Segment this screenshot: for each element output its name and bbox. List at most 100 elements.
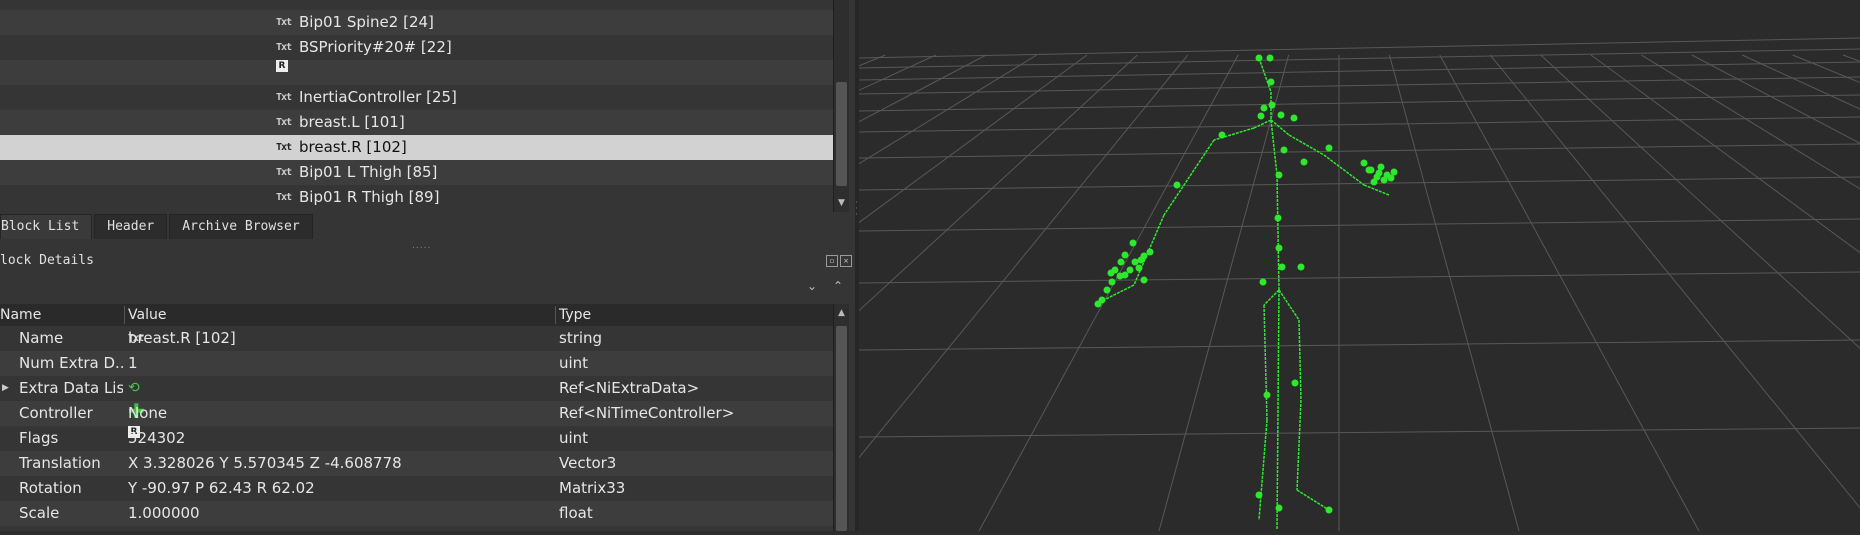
splitter-handle[interactable]: ..... — [412, 241, 431, 251]
bone-segment — [1270, 119, 1290, 136]
text-node-icon: Txt — [276, 92, 292, 103]
joint-node — [1275, 244, 1283, 252]
joint-node — [1255, 491, 1263, 499]
joint-node — [1263, 391, 1271, 399]
tree-row-label: Bip01 R Thigh [89] — [299, 188, 440, 206]
grid-line — [858, 427, 1860, 438]
grid-line — [618, 54, 1138, 532]
bone-segment — [1278, 289, 1300, 321]
tab-archive-browser[interactable]: Archive Browser — [169, 214, 313, 239]
joint-node — [1297, 263, 1305, 271]
grid-line — [1590, 54, 1860, 254]
block-tree: Txt Bip01 Spine2 [24] Txt BSPriority#20# [… — [0, 0, 833, 210]
bone-segment — [1296, 489, 1330, 511]
grid-line — [258, 54, 1037, 532]
joint-node — [1103, 286, 1111, 294]
bone-segment — [1270, 119, 1278, 176]
column-value[interactable]: Value — [128, 304, 166, 326]
joint-node — [1257, 112, 1265, 120]
tree-row[interactable]: Txt breast.L [101] — [0, 110, 833, 135]
tree-row[interactable]: Txt BSPriority#20# [22] — [0, 35, 833, 60]
joint-node — [1173, 181, 1181, 189]
bone-segment — [1263, 289, 1280, 306]
bone-segment — [1323, 154, 1365, 186]
expand-arrow-icon[interactable]: ▶ — [2, 376, 9, 401]
joint-node — [1117, 258, 1125, 266]
grid-line — [1792, 54, 1860, 84]
grid-line — [0, 54, 937, 486]
joint-node — [1275, 504, 1283, 512]
grid-line — [1388, 54, 1520, 532]
bone-segment — [1263, 304, 1268, 421]
bone-segment — [1298, 319, 1302, 401]
details-scrollbar[interactable]: ▲ — [833, 304, 849, 531]
grid-line — [1540, 54, 1860, 349]
joint-node — [1380, 176, 1388, 184]
grid-line — [858, 76, 1860, 95]
grid-line — [858, 37, 1860, 59]
tree-row-label: BSPriority#20# [22] — [299, 38, 452, 56]
joint-node — [1290, 114, 1298, 122]
details-table-header: Name Value Type — [0, 304, 848, 327]
grid-line — [858, 218, 1860, 232]
joint-node — [1275, 171, 1283, 179]
joint-node — [1266, 54, 1274, 62]
joint-node — [1325, 506, 1333, 514]
text-node-icon: Txt — [276, 42, 292, 53]
3d-viewport[interactable] — [0, 0, 1860, 532]
grid-line — [438, 54, 1088, 532]
tree-row-label: Bip01 L Thigh [85] — [299, 163, 438, 181]
joint-node — [1108, 278, 1116, 286]
tree-row-label: breast.L [101] — [299, 113, 405, 131]
scroll-down-icon[interactable]: ▼ — [834, 198, 849, 208]
joint-node — [1094, 300, 1102, 308]
tree-row[interactable]: Txt Bip01 L Thigh [85] — [0, 160, 833, 185]
tree-scrollbar[interactable]: ▼ — [833, 0, 849, 212]
text-node-icon: Txt — [276, 117, 292, 128]
column-name[interactable]: Name — [0, 304, 41, 326]
tab-header[interactable]: Header — [94, 214, 168, 239]
joint-node — [1277, 111, 1285, 119]
joint-node — [1255, 54, 1263, 62]
tree-row[interactable]: Txt Bip01 R Thigh [89] — [0, 185, 833, 210]
link-icon[interactable]: ⟲ — [128, 376, 140, 401]
tree-row[interactable]: Txt InertiaController [25] — [0, 85, 833, 110]
table-row[interactable]: Scale 1.000000 float — [0, 501, 833, 526]
float-icon[interactable]: ▫ — [826, 255, 838, 267]
joint-node — [1146, 248, 1154, 256]
tree-row[interactable]: R — [0, 60, 833, 85]
joint-node — [1260, 104, 1268, 112]
table-row[interactable]: Rotation Y -90.97 P 62.43 R 62.02 Matrix… — [0, 476, 833, 501]
tree-scrollbar-thumb[interactable] — [836, 82, 847, 186]
tab-block-list[interactable]: Block List — [0, 214, 93, 239]
chevron-up-icon[interactable]: ⌃ — [833, 279, 843, 293]
column-type[interactable]: Type — [559, 304, 591, 326]
joint-node — [1274, 214, 1282, 222]
table-row[interactable]: Controller ✚ None Ref<NiTimeController> — [0, 401, 833, 426]
close-icon[interactable]: × — [840, 255, 852, 267]
text-node-icon: Txt — [276, 142, 292, 153]
table-row[interactable]: Flags R 524302 uint — [0, 426, 833, 451]
bone-segment — [1296, 399, 1302, 491]
table-row[interactable]: Translation X 3.328026 Y 5.570345 Z -4.6… — [0, 451, 833, 476]
text-node-icon: Txt — [276, 17, 292, 28]
table-row[interactable]: Name Txt breast.R [102] string — [0, 326, 833, 351]
tree-row-label: InertiaController [25] — [299, 88, 457, 106]
details-scrollbar-thumb[interactable] — [836, 326, 847, 531]
text-node-icon: Txt — [276, 167, 292, 178]
table-row[interactable]: ▶ Extra Data List ⟲ Ref<NiExtraData> — [0, 376, 833, 401]
joint-node — [1268, 101, 1276, 109]
grid-line — [1691, 54, 1860, 144]
joint-node — [1121, 271, 1129, 279]
grid-line — [858, 339, 1860, 351]
grid-line — [1489, 54, 1860, 509]
grid-line — [1439, 54, 1700, 532]
joint-node — [1140, 252, 1148, 260]
scroll-up-icon[interactable]: ▲ — [834, 308, 849, 318]
joint-node — [1387, 174, 1395, 182]
tree-row[interactable]: Txt Bip01 Spine2 [24] — [0, 10, 833, 35]
table-row[interactable]: Num Extra D... 1 uint — [0, 351, 833, 376]
block-details-title: lock Details — [0, 253, 94, 268]
tree-row-selected[interactable]: Txt breast.R [102] — [0, 135, 833, 160]
chevron-down-icon[interactable]: ⌄ — [807, 279, 817, 293]
